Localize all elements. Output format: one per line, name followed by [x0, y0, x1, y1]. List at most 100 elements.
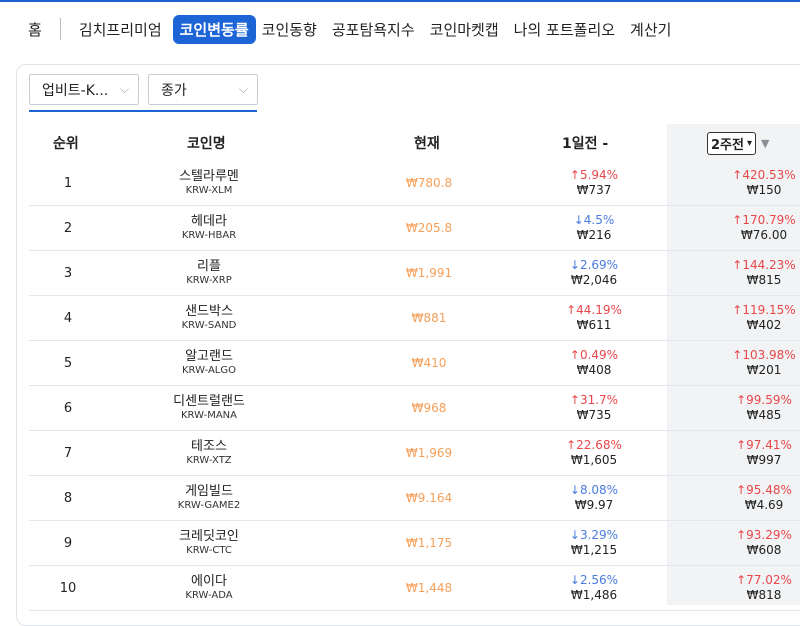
current-price: ₩881 — [411, 311, 447, 325]
top-accent-line — [0, 0, 800, 2]
coin-name-cell[interactable]: 헤데라 KRW-HBAR — [149, 206, 269, 250]
week2-change-cell: ↑103.98% ₩201 — [709, 341, 800, 385]
nav-my-portfolio[interactable]: 나의 포트폴리오 — [510, 19, 619, 40]
coin-name-cell[interactable]: 테조스 KRW-XTZ — [149, 431, 269, 475]
current-price: ₩1,175 — [405, 536, 453, 550]
nav-coin-change-rate[interactable]: 코인변동률 — [172, 14, 256, 44]
coin-name-cell[interactable]: 게임빌드 KRW-GAME2 — [149, 476, 269, 520]
rank-value: 5 — [63, 355, 73, 371]
week2-price: ₩997 — [746, 453, 782, 467]
price-type-select[interactable]: 종가 ⌵ — [148, 74, 258, 105]
nav-calculator[interactable]: 계산기 — [626, 19, 675, 40]
filter-bar: 업비트-K... ⌵ 종가 ⌵ — [29, 74, 258, 105]
day1-change-cell: ↑0.49% ₩408 — [549, 341, 639, 385]
rank-value: 8 — [63, 490, 73, 506]
week2-change-cell: ↑77.02% ₩818 — [709, 566, 800, 610]
table-row[interactable]: 7 테조스 KRW-XTZ ₩1,969 ↑22.68% ₩1,605 ↑97.41% ₩99… — [29, 431, 800, 476]
rank-value: 2 — [63, 220, 73, 236]
table-row[interactable]: 3 리플 KRW-XRP ₩1,991 ↓2.69% ₩2,046 ↑144.23% ₩815 — [29, 251, 800, 296]
table-row[interactable]: 9 크레딧코인 KRW-CTC ₩1,175 ↓3.29% ₩1,215 ↑93.29% ₩6… — [29, 521, 800, 566]
nav-coin-market-cap[interactable]: 코인마켓캡 — [426, 19, 503, 40]
day1-change-percent: ↓2.56% — [569, 573, 619, 587]
week2-price: ₩818 — [746, 588, 782, 602]
current-price: ₩1,969 — [405, 446, 453, 460]
coin-name: 디센트럴랜드 — [173, 394, 245, 409]
rank-cell: 1 — [43, 161, 93, 205]
table-row[interactable]: 4 샌드박스 KRW-SAND ₩881 ↑44.19% ₩611 ↑119.15% ₩402 — [29, 296, 800, 341]
week2-price: ₩815 — [746, 273, 782, 287]
coin-name-cell[interactable]: 에이다 KRW-ADA — [149, 566, 269, 610]
coin-market-code: KRW-ALGO — [181, 365, 236, 376]
sort-desc-icon[interactable]: ▼ — [761, 137, 769, 150]
coin-name: 스텔라루멘 — [179, 169, 239, 184]
coin-market-code: KRW-XLM — [185, 185, 233, 196]
coin-name-cell[interactable]: 샌드박스 KRW-SAND — [149, 296, 269, 340]
table-row[interactable]: 6 디센트럴랜드 KRW-MANA ₩968 ↑31.7% ₩735 ↑99.59% ₩485 — [29, 386, 800, 431]
day1-price: ₩9.97 — [574, 498, 614, 512]
week2-price: ₩150 — [746, 183, 782, 197]
nav-fear-greed-index[interactable]: 공포탐욕지수 — [328, 19, 419, 40]
rank-cell: 6 — [43, 386, 93, 430]
table-header: 순위 코인명 현재 1일전 - 2주전 ▾ ▼ — [29, 124, 800, 162]
coin-name-cell[interactable]: 알고랜드 KRW-ALGO — [149, 341, 269, 385]
day1-price: ₩737 — [576, 183, 612, 197]
coin-name-cell[interactable]: 크레딧코인 KRW-CTC — [149, 521, 269, 565]
current-price: ₩9.164 — [405, 491, 453, 505]
header-2week: 2주전 ▾ ▼ — [707, 124, 769, 162]
day1-change-percent: ↑0.49% — [569, 348, 619, 362]
rank-value: 9 — [63, 535, 73, 551]
chevron-down-icon: ⌵ — [119, 82, 129, 96]
current-price-cell: ₩968 — [389, 386, 469, 430]
exchange-select[interactable]: 업비트-K... ⌵ — [29, 74, 139, 105]
day1-price: ₩735 — [576, 408, 612, 422]
coin-name: 헤데라 — [191, 214, 227, 229]
week2-change-cell: ↑170.79% ₩76.00 — [709, 206, 800, 250]
coin-market-code: KRW-ADA — [185, 590, 233, 601]
current-price: ₩205.8 — [405, 221, 453, 235]
week2-price: ₩485 — [746, 408, 782, 422]
current-price-cell: ₩780.8 — [389, 161, 469, 205]
coin-name-cell[interactable]: 스텔라루멘 KRW-XLM — [149, 161, 269, 205]
current-price: ₩780.8 — [405, 176, 453, 190]
table-row[interactable]: 2 헤데라 KRW-HBAR ₩205.8 ↓4.5% ₩216 ↑170.79% ₩76.0… — [29, 206, 800, 251]
header-current: 현재 — [414, 136, 440, 152]
coin-name-cell[interactable]: 리플 KRW-XRP — [149, 251, 269, 295]
table-row[interactable]: 5 알고랜드 KRW-ALGO ₩410 ↑0.49% ₩408 ↑103.98% ₩201 — [29, 341, 800, 386]
nav-home[interactable]: 홈 — [24, 19, 46, 40]
nav-kimchi-premium[interactable]: 김치프리미엄 — [75, 19, 166, 40]
exchange-select-value: 업비트-K... — [42, 82, 109, 99]
rank-cell: 8 — [43, 476, 93, 520]
coin-name-cell[interactable]: 디센트럴랜드 KRW-MANA — [149, 386, 269, 430]
coin-market-code: KRW-GAME2 — [177, 500, 241, 511]
week2-change-percent: ↑77.02% — [736, 573, 792, 587]
day1-price: ₩2,046 — [570, 273, 618, 287]
table-row[interactable]: 8 게임빌드 KRW-GAME2 ₩9.164 ↓8.08% ₩9.97 ↑95.48% ₩4… — [29, 476, 800, 521]
rank-cell: 10 — [43, 566, 93, 610]
week2-change-cell: ↑420.53% ₩150 — [709, 161, 800, 205]
rank-value: 4 — [63, 310, 73, 326]
chevron-down-icon: ⌵ — [238, 82, 248, 96]
table-row[interactable]: 10 에이다 KRW-ADA ₩1,448 ↓2.56% ₩1,486 ↑77.02% ₩81… — [29, 566, 800, 611]
nav-coin-trends[interactable]: 코인동향 — [258, 19, 321, 40]
table-row[interactable]: 1 스텔라루멘 KRW-XLM ₩780.8 ↑5.94% ₩737 ↑420.53% ₩15… — [29, 161, 800, 206]
period-select[interactable]: 2주전 ▾ — [707, 131, 756, 155]
coin-name: 알고랜드 — [185, 349, 233, 364]
day1-change-percent: ↓2.69% — [569, 258, 619, 272]
nav-divider — [59, 18, 61, 40]
week2-change-percent: ↑99.59% — [736, 393, 792, 407]
day1-change-percent: ↓4.5% — [573, 213, 615, 227]
rank-cell: 3 — [43, 251, 93, 295]
current-price-cell: ₩410 — [389, 341, 469, 385]
day1-change-percent: ↓3.29% — [569, 528, 619, 542]
header-1day[interactable]: 1일전 - — [562, 124, 608, 162]
header-rank: 순위 — [53, 136, 79, 152]
top-nav: 홈 김치프리미엄 코인변동률 코인동향 공포탐욕지수 코인마켓캡 나의 포트폴리… — [0, 14, 675, 44]
current-price-cell: ₩1,175 — [389, 521, 469, 565]
day1-change-percent: ↑5.94% — [569, 168, 619, 182]
day1-change-percent: ↓8.08% — [569, 483, 619, 497]
current-price: ₩1,448 — [405, 581, 453, 595]
current-price-cell: ₩1,991 — [389, 251, 469, 295]
header-coin-name: 코인명 — [187, 136, 226, 152]
current-price-cell: ₩1,969 — [389, 431, 469, 475]
current-price-cell: ₩881 — [389, 296, 469, 340]
